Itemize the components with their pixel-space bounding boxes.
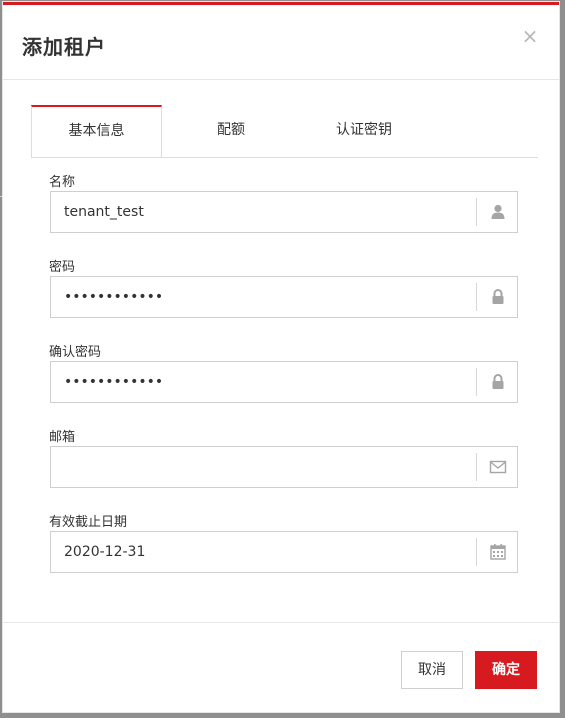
expiry-date-label: 有效截止日期 (49, 515, 128, 530)
input-divider (476, 283, 477, 311)
password-label: 密码 (49, 260, 76, 275)
confirm-password-input[interactable] (51, 362, 477, 402)
confirm-password-field-wrap (50, 361, 518, 403)
footer-divider (3, 622, 559, 623)
lock-icon (492, 289, 504, 304)
name-label: 名称 (49, 175, 76, 190)
expiry-date-input[interactable] (51, 532, 477, 572)
tab-auth-key[interactable]: 认证密钥 (307, 105, 421, 156)
user-icon (491, 204, 505, 219)
dialog-header: 添加租户 × (3, 5, 559, 80)
add-tenant-dialog: 添加租户 × 基本信息 配额 认证密钥 名称 密码 确认密码 (2, 1, 560, 713)
input-divider (476, 198, 477, 226)
password-input[interactable] (51, 277, 477, 317)
password-field-wrap (50, 276, 518, 318)
input-divider (476, 538, 477, 566)
expiry-date-field-wrap (50, 531, 518, 573)
dialog-title: 添加租户 (22, 35, 106, 59)
email-label: 邮箱 (49, 430, 76, 445)
name-input[interactable] (51, 192, 477, 232)
close-icon[interactable]: × (519, 25, 541, 47)
input-divider (476, 368, 477, 396)
confirm-button[interactable]: 确定 (475, 651, 537, 689)
tab-quota[interactable]: 配额 (186, 105, 276, 156)
email-input[interactable] (51, 447, 477, 487)
email-field-wrap (50, 446, 518, 488)
name-field-wrap (50, 191, 518, 233)
input-divider (476, 453, 477, 481)
tab-basic-info[interactable]: 基本信息 (31, 105, 162, 157)
tab-bar: 基本信息 配额 认证密钥 (31, 105, 538, 158)
calendar-icon[interactable] (489, 543, 507, 561)
envelope-icon (489, 460, 507, 474)
confirm-password-label: 确认密码 (49, 345, 102, 360)
cancel-button[interactable]: 取消 (401, 651, 463, 689)
lock-icon (492, 374, 504, 389)
